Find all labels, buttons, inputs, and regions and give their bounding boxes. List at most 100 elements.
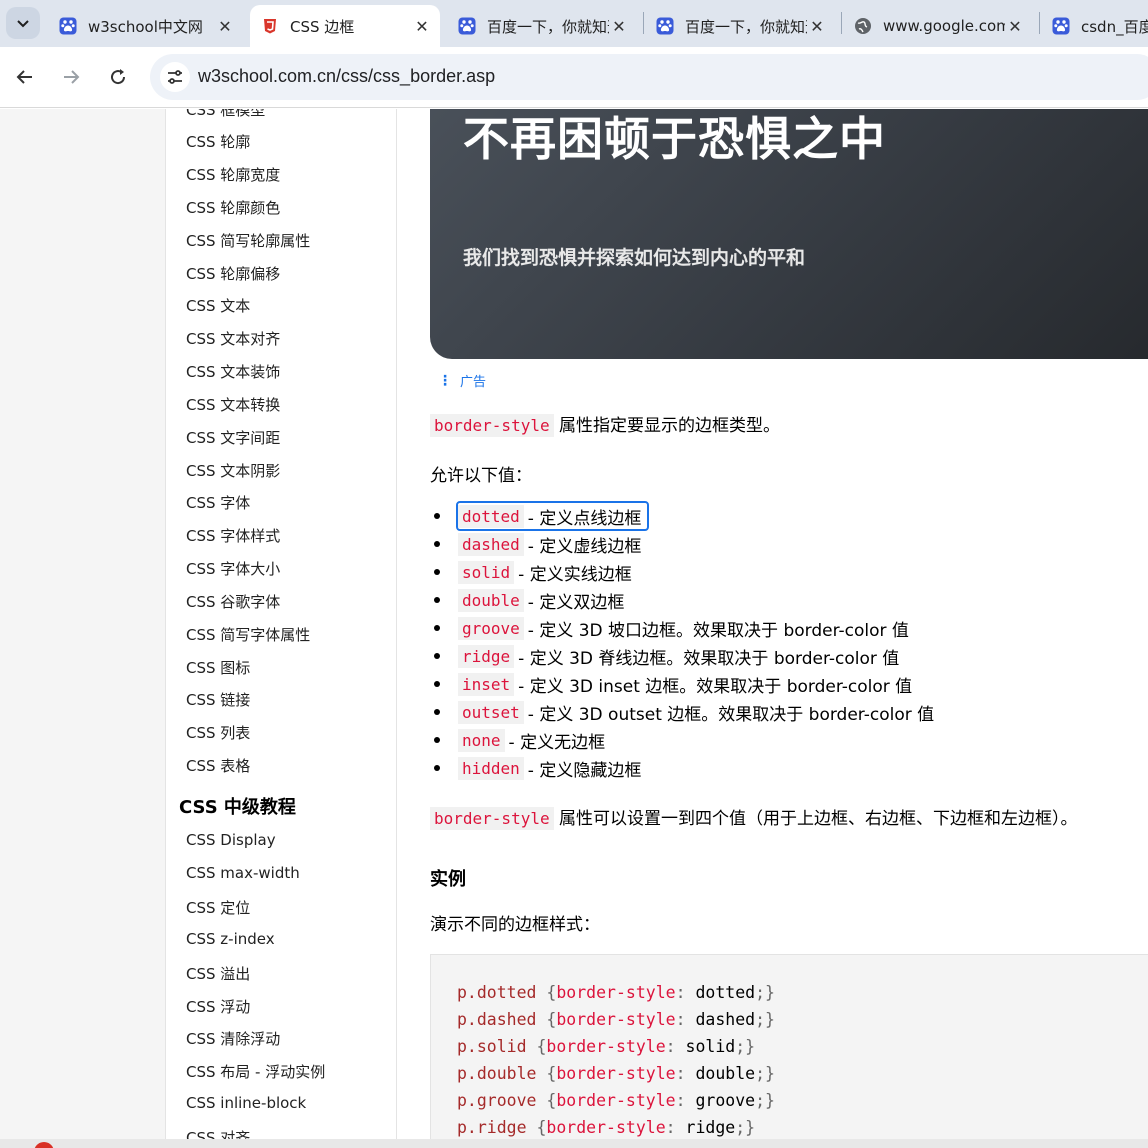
colon: : (675, 983, 696, 1002)
sidebar-link[interactable]: CSS 文字间距 (186, 427, 280, 448)
sidebar-link[interactable]: CSS 简写字体属性 (186, 624, 310, 645)
css-value: groove (695, 1091, 756, 1110)
inline-code: dashed (458, 532, 524, 556)
sidebar-link[interactable]: CSS 轮廓偏移 (186, 263, 280, 284)
tab-title: CSS 边框 (290, 17, 355, 36)
code-line: p.groove {border-style: groove;} (457, 1091, 775, 1110)
close-icon[interactable]: ✕ (412, 16, 432, 36)
sidebar-link[interactable]: CSS 框模型 (186, 109, 265, 120)
list-item[interactable]: dotted - 定义点线边框 (434, 501, 650, 531)
sidebar-link[interactable]: CSS 简写轮廓属性 (186, 230, 310, 251)
brace: ;} (755, 1091, 775, 1110)
css-selector: p.dotted (457, 983, 537, 1002)
sidebar-link[interactable]: CSS 表格 (186, 755, 250, 776)
sidebar-link[interactable]: CSS 轮廓宽度 (186, 164, 280, 185)
brace: { (526, 1118, 547, 1137)
brace: ;} (755, 1010, 775, 1029)
back-button[interactable] (9, 61, 41, 93)
w3school-shield-icon (260, 16, 280, 36)
tab-title: 百度一下，你就知道 (685, 17, 807, 36)
list-item-text: - 定义双边框 (527, 592, 625, 613)
forward-button[interactable] (55, 61, 87, 93)
ad-banner[interactable]: 不再困顿于恐惧之中 我们找到恐惧并探索如何达到内心的平和 (430, 109, 1148, 359)
tab-title: www.google.com (883, 17, 1005, 35)
reload-icon (111, 69, 126, 85)
sidebar-link[interactable]: CSS 清除浮动 (186, 1028, 280, 1049)
more-vert-icon: ⋮ (438, 372, 452, 389)
sidebar-link[interactable]: CSS 定位 (186, 897, 250, 918)
inline-code: hidden (458, 756, 524, 780)
sidebar-link[interactable]: CSS 轮廓 (186, 131, 250, 152)
code-line: p.ridge {border-style: ridge;} (457, 1118, 755, 1137)
code-line: p.double {border-style: double;} (457, 1064, 775, 1083)
site-info-button[interactable] (160, 62, 190, 92)
sidebar-link[interactable]: CSS 文本转换 (186, 394, 280, 415)
close-icon[interactable]: ✕ (807, 16, 827, 36)
sidebar-link[interactable]: CSS 布局 - 浮动实例 (186, 1061, 325, 1082)
sidebar-link[interactable]: CSS 图标 (186, 657, 250, 678)
list-item: outset - 定义 3D outset 边框。效果取决于 border-col… (434, 699, 934, 725)
browser-toolbar: w3school.com.cn/css/css_border.asp (0, 47, 1148, 108)
browser-tab[interactable]: csdn_百度搜索 (1041, 5, 1148, 47)
sidebar-link[interactable]: CSS 文本阴影 (186, 460, 280, 481)
example-description: 演示不同的边框样式： (430, 915, 600, 935)
baidu-paw-icon (1051, 16, 1071, 36)
browser-tab[interactable]: 百度一下，你就知道 ✕ (447, 5, 637, 47)
close-icon[interactable]: ✕ (1005, 16, 1025, 36)
multi-value-paragraph: border-style 属性可以设置一到四个值（用于上边框、右边框、下边框和左… (430, 804, 1078, 830)
sidebar-link[interactable]: CSS 字体样式 (186, 525, 280, 546)
browser-tab[interactable]: www.google.com ✕ (843, 5, 1033, 47)
close-icon[interactable]: ✕ (609, 16, 629, 36)
css-selector: p.solid (457, 1037, 527, 1056)
sidebar-link[interactable]: CSS 列表 (186, 722, 250, 743)
sidebar-link[interactable]: CSS 对齐 (186, 1127, 250, 1139)
brace: ;} (735, 1118, 756, 1137)
close-icon[interactable]: ✕ (215, 16, 235, 36)
inline-code: inset (458, 672, 515, 696)
bullet (434, 709, 440, 715)
bullet (434, 541, 440, 547)
sidebar-link[interactable]: CSS 浮动 (186, 996, 250, 1017)
code-line: p.solid {border-style: solid;} (457, 1037, 755, 1056)
css-property: border-style (556, 983, 676, 1002)
sidebar-link[interactable]: CSS inline-block (186, 1094, 306, 1112)
sidebar-link[interactable]: CSS 文本对齐 (186, 328, 280, 349)
brace: { (536, 1064, 557, 1083)
address-bar[interactable]: w3school.com.cn/css/css_border.asp (150, 54, 1148, 100)
sidebar-link[interactable]: CSS max-width (186, 864, 300, 882)
sidebar-link[interactable]: CSS 轮廓颜色 (186, 197, 280, 218)
sidebar-link[interactable]: CSS 字体 (186, 492, 250, 513)
tab-separator (643, 12, 644, 34)
bullet (434, 653, 440, 659)
sidebar-link[interactable]: CSS 文本装饰 (186, 361, 280, 382)
browser-tab[interactable]: 百度一下，你就知道 ✕ (645, 5, 835, 47)
bullet (434, 681, 440, 687)
allowed-values-label: 允许以下值： (430, 466, 532, 486)
ad-label[interactable]: ⋮ 广告 (438, 371, 486, 391)
css-selector: p.dashed (457, 1010, 537, 1029)
intro-paragraph: border-style 属性指定要显示的边框类型。 (430, 411, 780, 437)
inline-code: double (458, 588, 524, 612)
multi-value-text: 属性可以设置一到四个值（用于上边框、右边框、下边框和左边框）。 (559, 809, 1078, 829)
sidebar-link[interactable]: CSS 文本 (186, 295, 250, 316)
inline-code: none (458, 728, 505, 752)
bullet (434, 597, 440, 603)
tab-title: w3school中文网 (88, 17, 203, 36)
list-item-text: - 定义点线边框 (527, 508, 642, 529)
css-value: dotted (695, 983, 756, 1002)
sidebar-link[interactable]: CSS 字体大小 (186, 558, 280, 579)
css-property: border-style (556, 1064, 676, 1083)
brace: { (536, 1091, 557, 1110)
css-property: border-style (556, 1010, 676, 1029)
browser-tab[interactable]: CSS 边框 ✕ (250, 5, 440, 47)
sidebar-link[interactable]: CSS 溢出 (186, 963, 250, 984)
sidebar-link[interactable]: CSS 谷歌字体 (186, 591, 280, 612)
bullet (434, 569, 440, 575)
sidebar-link[interactable]: CSS Display (186, 831, 276, 849)
browser-tab[interactable]: w3school中文网 ✕ (48, 5, 243, 47)
reload-button[interactable] (102, 61, 134, 93)
sidebar-link[interactable]: CSS 链接 (186, 689, 250, 710)
brace: ;} (755, 983, 775, 1002)
sidebar-link[interactable]: CSS z-index (186, 930, 275, 948)
tab-search-button[interactable] (6, 7, 40, 39)
